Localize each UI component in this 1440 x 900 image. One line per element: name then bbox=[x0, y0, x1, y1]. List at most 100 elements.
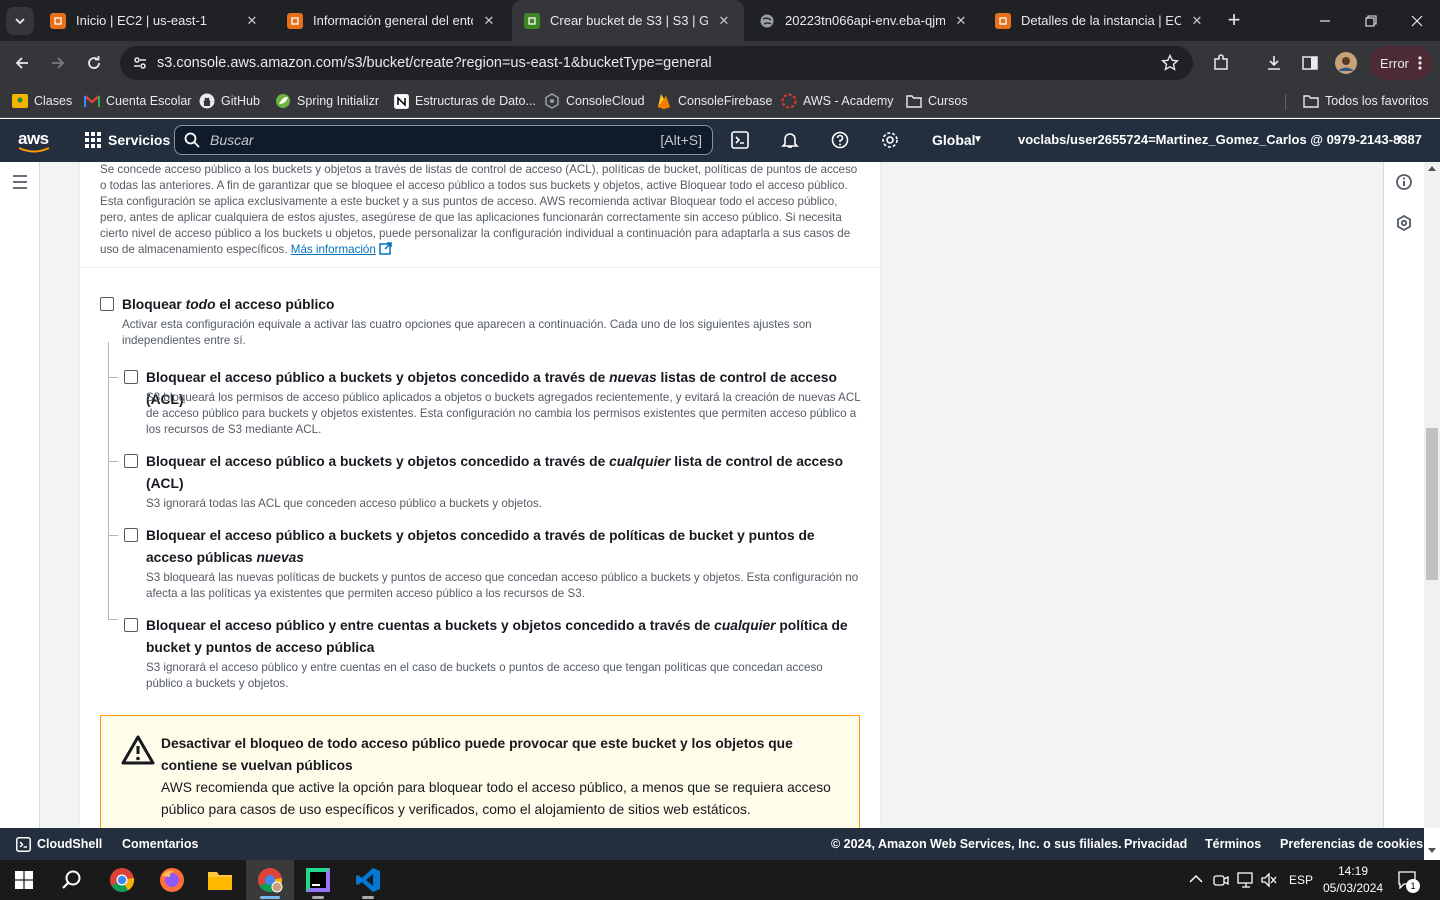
tab-search-button[interactable] bbox=[6, 7, 34, 35]
block-any-acl-description: S3 ignorará todas las ACL que conceden a… bbox=[146, 497, 542, 510]
hamburger-menu-icon[interactable] bbox=[12, 175, 28, 189]
all-bookmarks-button[interactable]: Todos los favoritos bbox=[1303, 92, 1429, 110]
reload-button[interactable] bbox=[82, 51, 106, 75]
cloudshell-link[interactable]: CloudShell bbox=[37, 837, 102, 851]
network-icon[interactable] bbox=[1237, 872, 1255, 888]
bookmark-consolefirebase[interactable]: ConsoleFirebase bbox=[656, 92, 773, 110]
privacy-link[interactable]: Privacidad bbox=[1124, 837, 1187, 851]
intro-paragraph: Se concede acceso público a los buckets … bbox=[100, 162, 862, 258]
bookmark-spring[interactable]: Spring Initializr bbox=[275, 92, 379, 110]
volume-muted-icon[interactable] bbox=[1261, 872, 1277, 888]
cookie-preferences-link[interactable]: Preferencias de cookies bbox=[1280, 837, 1423, 851]
bookmark-label: Spring Initializr bbox=[297, 94, 379, 108]
scroll-up-arrow[interactable] bbox=[1428, 166, 1436, 171]
title-part: Bloquear el acceso público a buckets y o… bbox=[146, 454, 610, 469]
folder-icon bbox=[906, 93, 922, 109]
extensions-button[interactable] bbox=[1209, 51, 1233, 75]
block-public-access-panel: Se concede acceso público a los buckets … bbox=[79, 162, 881, 828]
bookmark-label: AWS - Academy bbox=[803, 94, 894, 108]
chrome-icon[interactable] bbox=[98, 860, 146, 900]
scrollbar-thumb[interactable] bbox=[1426, 428, 1438, 580]
downloads-button[interactable] bbox=[1262, 51, 1286, 75]
tab-instance-details[interactable]: Detalles de la instancia | EC2 | us ✕ bbox=[983, 0, 1217, 41]
bell-icon[interactable] bbox=[779, 129, 801, 151]
close-icon[interactable]: ✕ bbox=[481, 13, 497, 29]
search-icon[interactable] bbox=[48, 860, 96, 900]
tab-api-env[interactable]: 20223tn066api-env.eba-qjmdu ✕ bbox=[747, 0, 981, 41]
firefox-icon[interactable] bbox=[148, 860, 196, 900]
gmail-icon bbox=[84, 93, 100, 109]
services-grid-icon[interactable] bbox=[82, 129, 104, 151]
bookmark-aws-academy[interactable]: AWS - Academy bbox=[781, 92, 894, 110]
bookmark-cuenta-escolar[interactable]: Cuenta Escolar bbox=[84, 92, 191, 110]
block-any-acl-checkbox[interactable] bbox=[124, 454, 138, 468]
close-icon[interactable]: ✕ bbox=[1189, 13, 1205, 29]
block-any-policy-checkbox[interactable] bbox=[124, 618, 138, 632]
restore-button[interactable] bbox=[1348, 0, 1394, 41]
close-icon[interactable]: ✕ bbox=[953, 13, 969, 29]
close-icon[interactable]: ✕ bbox=[244, 13, 260, 29]
running-indicator bbox=[312, 896, 324, 899]
settings-gear-icon[interactable] bbox=[879, 129, 901, 151]
error-button[interactable]: Error bbox=[1369, 46, 1432, 80]
profile-avatar[interactable] bbox=[1334, 51, 1358, 75]
clock-time[interactable]: 14:19 bbox=[1338, 864, 1368, 878]
datagrip-icon[interactable] bbox=[294, 860, 342, 900]
bookmark-consolecloud[interactable]: ConsoleCloud bbox=[544, 92, 645, 110]
side-panel-icon bbox=[1302, 56, 1318, 70]
close-window-button[interactable] bbox=[1394, 0, 1440, 41]
terms-link[interactable]: Términos bbox=[1205, 837, 1261, 851]
tree-line bbox=[108, 342, 109, 619]
bookmark-clases[interactable]: Clases bbox=[12, 92, 72, 110]
block-all-title: Bloquear todo el acceso público bbox=[122, 294, 862, 316]
more-info-link[interactable]: Más información bbox=[291, 243, 376, 256]
start-icon[interactable] bbox=[0, 860, 48, 900]
minimize-button[interactable] bbox=[1302, 0, 1348, 41]
help-icon[interactable] bbox=[829, 129, 851, 151]
tab-create-bucket[interactable]: Crear bucket de S3 | S3 | Global ✕ bbox=[512, 0, 744, 41]
block-new-policies-checkbox[interactable] bbox=[124, 528, 138, 542]
account-menu[interactable]: voclabs/user2655724=Martinez_Gomez_Carlo… bbox=[1018, 132, 1422, 147]
region-selector[interactable]: Global bbox=[932, 132, 976, 148]
notion-icon bbox=[393, 93, 409, 109]
aws-logo-text: aws bbox=[18, 129, 49, 148]
tab-ec2-home[interactable]: Inicio | EC2 | us-east-1 ✕ bbox=[38, 0, 272, 41]
block-new-acl-checkbox[interactable] bbox=[124, 370, 138, 384]
services-menu[interactable]: Servicios bbox=[108, 132, 170, 148]
clock-date[interactable]: 05/03/2024 bbox=[1323, 881, 1383, 895]
aws-footer: CloudShell Comentarios © 2024, Amazon We… bbox=[0, 828, 1424, 860]
tree-branch bbox=[108, 461, 118, 462]
star-icon[interactable] bbox=[1161, 54, 1179, 72]
bookmark-cursos[interactable]: Cursos bbox=[906, 92, 968, 110]
block-any-policy-description: S3 ignorará el acceso público y entre cu… bbox=[146, 661, 823, 690]
aws-logo[interactable]: aws bbox=[18, 129, 50, 153]
vertical-scrollbar[interactable] bbox=[1424, 162, 1440, 853]
bookmark-estructuras[interactable]: Estructuras de Dato... bbox=[393, 92, 536, 110]
close-icon[interactable]: ✕ bbox=[716, 13, 732, 29]
site-info-icon[interactable] bbox=[132, 55, 148, 71]
comments-link[interactable]: Comentarios bbox=[122, 837, 198, 851]
bookmark-github[interactable]: GitHub bbox=[199, 92, 260, 110]
forward-button[interactable] bbox=[46, 51, 70, 75]
cloudshell-icon[interactable] bbox=[729, 129, 751, 151]
info-icon[interactable] bbox=[1396, 174, 1412, 190]
chrome-profile-icon[interactable] bbox=[246, 860, 294, 900]
side-panel-button[interactable] bbox=[1298, 51, 1322, 75]
back-button[interactable] bbox=[10, 51, 34, 75]
intro-text: Se concede acceso público a los buckets … bbox=[100, 163, 858, 256]
tab-title: 20223tn066api-env.eba-qjmdu bbox=[785, 13, 945, 28]
url-field[interactable]: s3.console.aws.amazon.com/s3/bucket/crea… bbox=[120, 46, 1193, 80]
cloudshell-icon[interactable] bbox=[16, 837, 31, 852]
scroll-down-arrow[interactable] bbox=[1428, 848, 1436, 853]
file-explorer-icon[interactable] bbox=[196, 860, 244, 900]
meet-now-icon[interactable] bbox=[1213, 872, 1229, 888]
language-indicator[interactable]: ESP bbox=[1289, 873, 1313, 887]
chevron-up-icon[interactable] bbox=[1189, 874, 1203, 884]
tab-environment[interactable]: Información general del entorno ✕ bbox=[275, 0, 509, 41]
new-tab-button[interactable]: + bbox=[1222, 9, 1246, 33]
notifications-button[interactable]: 1 bbox=[1398, 871, 1420, 894]
block-all-checkbox[interactable] bbox=[100, 297, 114, 311]
feedback-icon[interactable] bbox=[1396, 215, 1412, 231]
aws-search-input[interactable]: Buscar [Alt+S] bbox=[174, 125, 713, 155]
vscode-icon[interactable] bbox=[344, 860, 392, 900]
